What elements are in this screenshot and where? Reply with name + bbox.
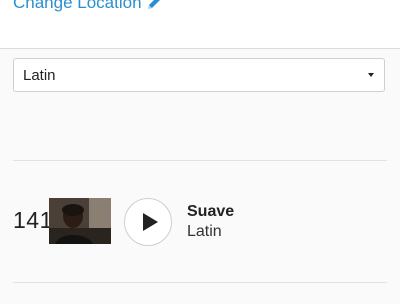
change-location-link[interactable]: Change Location bbox=[13, 0, 162, 13]
change-location-label: Change Location bbox=[13, 0, 142, 12]
song-title: Suave bbox=[187, 203, 235, 220]
genre-select-value: Latin bbox=[23, 66, 56, 84]
play-button[interactable] bbox=[124, 198, 172, 246]
song-thumbnail[interactable] bbox=[49, 198, 111, 244]
song-rank: 141 bbox=[13, 207, 53, 233]
chevron-down-icon bbox=[368, 73, 374, 77]
artist-photo bbox=[49, 198, 111, 244]
song-genre: Latin bbox=[187, 223, 222, 240]
play-icon bbox=[142, 213, 158, 231]
genre-select[interactable]: Latin bbox=[13, 58, 385, 92]
divider bbox=[13, 282, 387, 283]
divider bbox=[13, 160, 387, 161]
top-bar: Change Location bbox=[0, 0, 400, 49]
pencil-icon bbox=[147, 0, 160, 9]
